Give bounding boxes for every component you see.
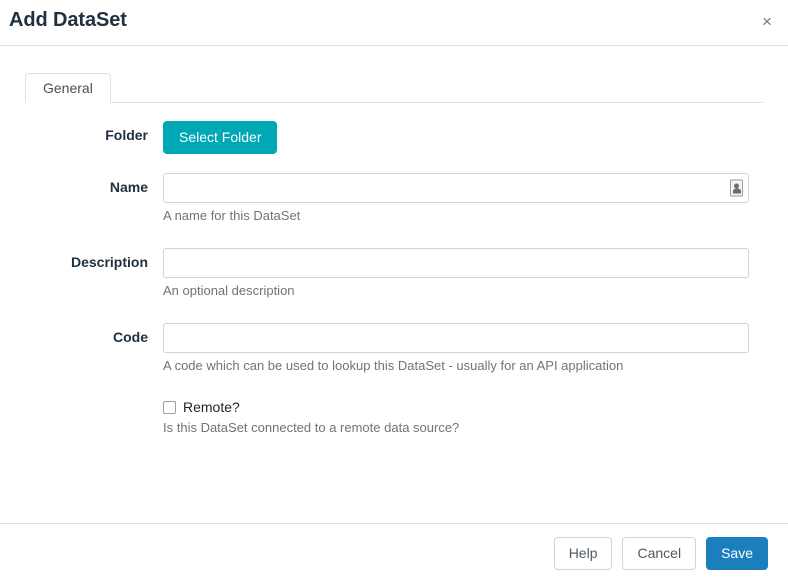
folder-label: Folder <box>0 127 148 143</box>
dialog-footer: Help Cancel Save <box>0 523 788 582</box>
code-control: A code which can be used to lookup this … <box>163 323 749 374</box>
close-icon[interactable]: × <box>755 10 779 34</box>
name-input[interactable] <box>163 173 749 203</box>
name-control: A name for this DataSet <box>163 173 749 224</box>
code-input[interactable] <box>163 323 749 353</box>
page-title: Add DataSet <box>9 9 127 32</box>
form-row-description: Description An optional description <box>0 248 788 299</box>
name-help-text: A name for this DataSet <box>163 207 749 224</box>
select-folder-button[interactable]: Select Folder <box>163 121 277 154</box>
save-button[interactable]: Save <box>706 537 768 570</box>
name-input-wrap <box>163 173 749 203</box>
dialog-form: Folder Select Folder Name A name for thi… <box>0 103 788 436</box>
folder-control: Select Folder <box>163 121 749 154</box>
tab-general[interactable]: General <box>25 73 111 103</box>
tab-strip: General <box>25 65 763 103</box>
help-button[interactable]: Help <box>554 537 613 570</box>
remote-label[interactable]: Remote? <box>183 399 240 415</box>
code-help-text: A code which can be used to lookup this … <box>163 357 749 374</box>
remote-checkbox-line[interactable]: Remote? <box>163 399 749 415</box>
remote-control: Remote? Is this DataSet connected to a r… <box>163 399 749 436</box>
dialog-header: Add DataSet × <box>0 0 788 46</box>
name-label: Name <box>0 179 148 195</box>
description-help-text: An optional description <box>163 282 749 299</box>
form-row-name: Name A name for this DataSet <box>0 173 788 224</box>
remote-checkbox[interactable] <box>163 401 176 414</box>
remote-help-text: Is this DataSet connected to a remote da… <box>163 419 749 436</box>
description-label: Description <box>0 254 148 270</box>
code-label: Code <box>0 329 148 345</box>
description-control: An optional description <box>163 248 749 299</box>
description-input[interactable] <box>163 248 749 278</box>
form-row-folder: Folder Select Folder <box>0 121 788 154</box>
form-row-code: Code A code which can be used to lookup … <box>0 323 788 374</box>
form-row-remote: Remote? Is this DataSet connected to a r… <box>0 399 788 436</box>
cancel-button[interactable]: Cancel <box>622 537 696 570</box>
